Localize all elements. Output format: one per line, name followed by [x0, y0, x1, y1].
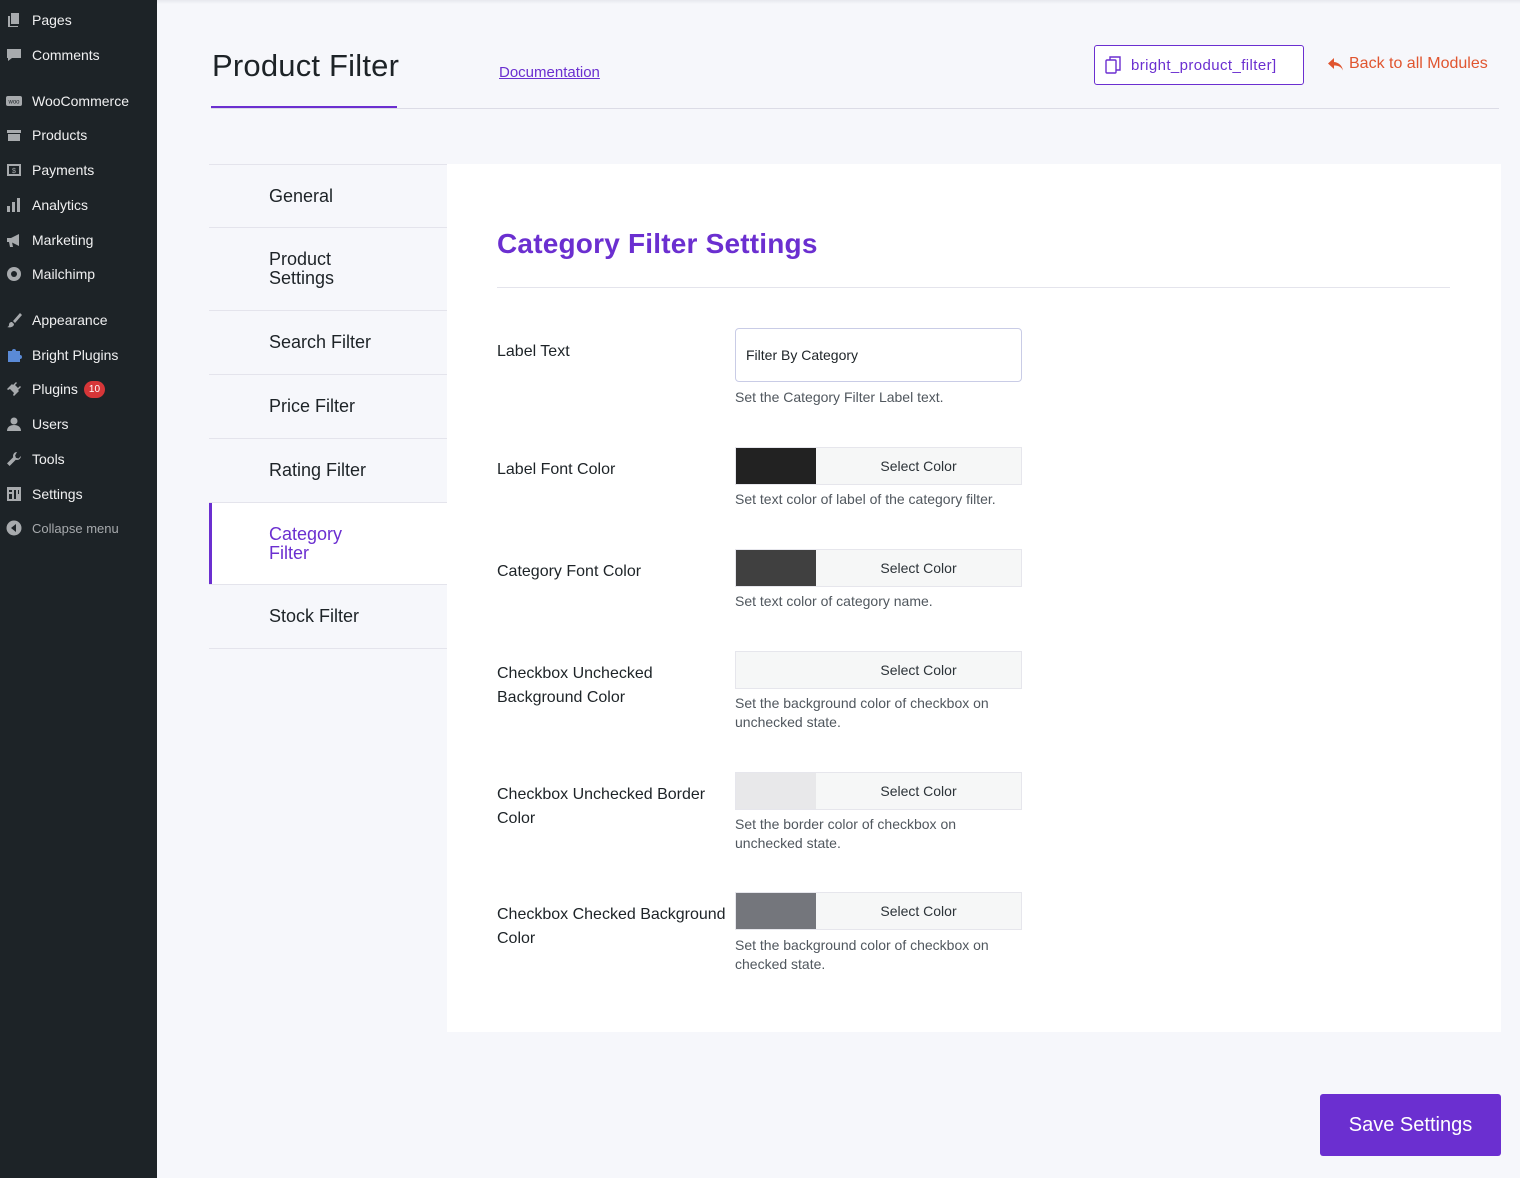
shortcode-text: bright_product_filter] [1131, 56, 1277, 74]
settings-panel: Category Filter Settings Label Text Set … [447, 164, 1501, 1032]
admin-sidebar: Pages Comments woo WooCommerce Products … [0, 0, 157, 1178]
category-font-color-description: Set text color of category name. [735, 593, 933, 609]
settings-tabs: General Product Settings Search Filter P… [209, 164, 447, 649]
sidebar-item-settings[interactable]: Settings [0, 477, 157, 511]
mailchimp-icon [5, 265, 23, 283]
sidebar-item-marketing[interactable]: Marketing [0, 223, 157, 257]
color-swatch [736, 550, 816, 586]
plug-icon [5, 380, 23, 398]
sidebar-item-label: Plugins [32, 381, 78, 397]
label-font-color-picker[interactable]: Select Color [735, 447, 1022, 485]
copy-shortcode-button[interactable]: bright_product_filter] [1094, 45, 1304, 85]
sidebar-item-analytics[interactable]: Analytics [0, 188, 157, 222]
page-title: Product Filter [212, 48, 400, 83]
sidebar-item-pages[interactable]: Pages [0, 3, 157, 37]
save-settings-button[interactable]: Save Settings [1320, 1094, 1501, 1156]
sidebar-item-label: Mailchimp [32, 266, 96, 282]
wrench-icon [5, 450, 23, 468]
tab-price-filter[interactable]: Price Filter [209, 375, 447, 439]
label-text-input[interactable] [735, 328, 1022, 382]
tab-product-settings[interactable]: Product Settings [209, 228, 447, 311]
select-color-button[interactable]: Select Color [816, 893, 1021, 929]
sidebar-item-bright-plugins[interactable]: Bright Plugins [0, 338, 157, 372]
sidebar-item-label: Products [32, 127, 88, 143]
checkbox-unchecked-border-description: Set the border color of checkbox on unch… [735, 816, 957, 851]
sidebar-item-label: Tools [32, 451, 65, 467]
label-text-description: Set the Category Filter Label text. [735, 389, 944, 405]
tab-general[interactable]: General [209, 164, 447, 228]
select-color-button[interactable]: Select Color [816, 448, 1021, 484]
sidebar-item-label: Bright Plugins [32, 347, 119, 363]
sidebar-item-woocommerce[interactable]: woo WooCommerce [0, 84, 157, 118]
pages-icon [5, 11, 23, 29]
checkbox-checked-bg-description: Set the background color of checkbox on … [735, 937, 989, 972]
category-font-color-label: Category Font Color [497, 563, 642, 580]
sidebar-item-users[interactable]: Users [0, 407, 157, 441]
select-color-button[interactable]: Select Color [816, 773, 1021, 809]
documentation-link[interactable]: Documentation [499, 64, 600, 81]
checkbox-unchecked-bg-picker[interactable]: Select Color [735, 651, 1022, 689]
svg-text:woo: woo [7, 100, 20, 106]
sidebar-item-plugins[interactable]: Plugins 10 [0, 372, 157, 406]
sidebar-item-tools[interactable]: Tools [0, 442, 157, 476]
paintbrush-icon [5, 311, 23, 329]
back-to-modules-link[interactable]: Back to all Modules [1328, 55, 1488, 73]
checkbox-unchecked-bg-description: Set the background color of checkbox on … [735, 695, 989, 730]
checkbox-checked-bg-picker[interactable]: Select Color [735, 892, 1022, 930]
tab-category-filter[interactable]: Category Filter [209, 503, 447, 585]
header-divider [211, 108, 1499, 109]
panel-divider [497, 287, 1450, 288]
reply-arrow-icon [1328, 57, 1343, 70]
comments-icon [5, 46, 23, 64]
label-font-color-label: Label Font Color [497, 461, 616, 478]
plugins-update-badge: 10 [83, 380, 106, 398]
color-swatch [736, 893, 816, 929]
puzzle-icon [5, 346, 23, 364]
products-icon [5, 126, 23, 144]
sidebar-collapse-menu[interactable]: Collapse menu [0, 511, 157, 545]
category-font-color-picker[interactable]: Select Color [735, 549, 1022, 587]
sidebar-item-label: WooCommerce [32, 93, 129, 109]
checkbox-unchecked-border-label: Checkbox Unchecked Border Color [497, 786, 706, 827]
top-shadow [157, 0, 1520, 4]
sidebar-item-mailchimp[interactable]: Mailchimp [0, 257, 157, 291]
color-swatch [736, 448, 816, 484]
tab-stock-filter[interactable]: Stock Filter [209, 585, 447, 649]
sidebar-item-label: Users [32, 416, 69, 432]
back-link-label: Back to all Modules [1349, 55, 1488, 72]
sidebar-item-label: Pages [32, 12, 72, 28]
sidebar-item-products[interactable]: Products [0, 118, 157, 152]
settings-icon [5, 485, 23, 503]
checkbox-checked-bg-label: Checkbox Checked Background Color [497, 906, 726, 947]
sidebar-item-label: Appearance [32, 312, 108, 328]
payments-icon: $ [5, 161, 23, 179]
tab-rating-filter[interactable]: Rating Filter [209, 439, 447, 503]
select-color-button[interactable]: Select Color [816, 652, 1021, 688]
woocommerce-icon: woo [5, 92, 23, 110]
svg-text:$: $ [12, 168, 16, 175]
sidebar-item-comments[interactable]: Comments [0, 38, 157, 72]
sidebar-item-label: Collapse menu [32, 520, 119, 536]
sidebar-item-label: Payments [32, 162, 95, 178]
sidebar-item-payments[interactable]: $ Payments [0, 153, 157, 187]
sidebar-item-label: Marketing [32, 232, 94, 248]
sidebar-item-appearance[interactable]: Appearance [0, 303, 157, 337]
users-icon [5, 415, 23, 433]
label-font-color-description: Set text color of label of the category … [735, 491, 996, 507]
color-swatch [736, 773, 816, 809]
tab-search-filter[interactable]: Search Filter [209, 311, 447, 375]
select-color-button[interactable]: Select Color [816, 550, 1021, 586]
color-swatch [736, 652, 816, 688]
checkbox-unchecked-bg-label: Checkbox Unchecked Background Color [497, 665, 653, 706]
panel-title: Category Filter Settings [497, 228, 818, 259]
analytics-icon [5, 196, 23, 214]
megaphone-icon [5, 231, 23, 249]
sidebar-item-label: Analytics [32, 197, 89, 213]
sidebar-item-label: Settings [32, 486, 83, 502]
collapse-icon [5, 519, 23, 537]
copy-icon [1105, 56, 1121, 74]
label-text-label: Label Text [497, 343, 570, 360]
sidebar-item-label: Comments [32, 47, 100, 63]
checkbox-unchecked-border-picker[interactable]: Select Color [735, 772, 1022, 810]
